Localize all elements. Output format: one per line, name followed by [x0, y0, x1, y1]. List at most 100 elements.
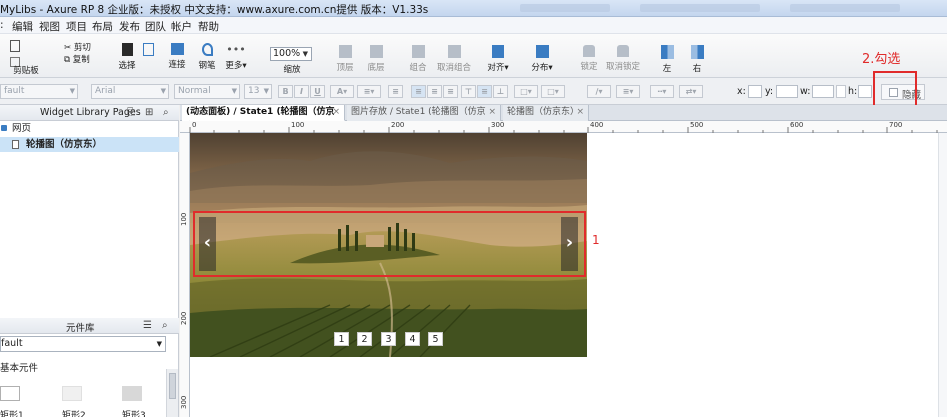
menu-item-edit[interactable]: 编辑: [12, 19, 33, 34]
send-to-bottom-button[interactable]: 底层: [362, 45, 390, 73]
right-button[interactable]: 右: [686, 45, 708, 74]
valign-bottom-button[interactable]: ⊥: [493, 85, 508, 98]
widget-rectangle3[interactable]: [122, 386, 142, 401]
line-color-button[interactable]: ∕▾: [587, 85, 611, 98]
left-button[interactable]: 左: [656, 45, 678, 74]
tab-dynamic-panel[interactable]: (动态面板) / State1 (轮播图（仿京东）)×: [182, 105, 345, 132]
align-icon: [492, 45, 504, 58]
widget-rectangle2[interactable]: [62, 386, 82, 401]
font-weight-select[interactable]: Normal ▼: [174, 84, 240, 99]
tab-image-storage[interactable]: 图片存放 / State1 (轮播图（仿京东）)×: [347, 105, 501, 132]
connect-button[interactable]: 连接: [162, 43, 192, 70]
menu-item-account[interactable]: 帐户: [171, 19, 192, 34]
add-page-icon[interactable]: ⎘: [127, 107, 135, 118]
zoom-value: 100%: [273, 48, 301, 59]
line-style-button[interactable]: ┅▾: [650, 85, 674, 98]
menu-item-project[interactable]: 项目: [66, 19, 87, 34]
cut-button[interactable]: ✂ 剪切: [64, 41, 91, 53]
library-category[interactable]: 基本元件: [0, 360, 38, 374]
line-width-button[interactable]: ≡▾: [616, 85, 640, 98]
y-input[interactable]: [776, 85, 798, 98]
carousel-page-indicator[interactable]: 3: [381, 332, 396, 346]
menu-item-publish[interactable]: 发布: [119, 19, 140, 34]
menu-icon[interactable]: ☰: [143, 320, 152, 331]
arrow-style-button[interactable]: ⇄▾: [679, 85, 703, 98]
valign-top-icon: ⊤: [464, 87, 473, 96]
chevron-down-icon: ▼: [156, 340, 162, 348]
font-size-select[interactable]: 13 ▼: [244, 84, 272, 99]
group-button[interactable]: 组合: [404, 45, 432, 73]
widget-label: 矩形2: [62, 411, 86, 417]
step1-highlight: [193, 211, 586, 277]
lock-button[interactable]: 锁定: [575, 45, 603, 72]
lock-ratio-toggle[interactable]: [836, 85, 846, 98]
add-folder-icon[interactable]: ⊞: [145, 107, 153, 118]
close-icon[interactable]: ×: [488, 105, 496, 120]
ungroup-icon: [447, 45, 461, 58]
right-scrollbar[interactable]: [938, 133, 947, 417]
tab-label: 轮播图（仿京东）: [507, 107, 580, 117]
bring-to-top-button[interactable]: 顶层: [331, 45, 359, 73]
select-mode-button[interactable]: [138, 43, 158, 59]
w-input[interactable]: [812, 85, 834, 98]
unlock-button[interactable]: 取消锁定: [604, 45, 642, 72]
menu-item-team[interactable]: 团队: [145, 19, 166, 34]
more-button[interactable]: ••• 更多▾: [222, 43, 250, 71]
italic-button[interactable]: I: [294, 85, 309, 98]
distribute-button[interactable]: 分布▾: [527, 45, 557, 73]
line-color-icon: ∕▾: [595, 87, 603, 96]
align-center-button[interactable]: ≡: [411, 85, 426, 98]
tree-root[interactable]: 网页: [0, 121, 179, 136]
carousel-page-indicator[interactable]: 1: [334, 332, 349, 346]
h-label: h:: [848, 86, 858, 97]
library-select[interactable]: fault ▼: [0, 336, 166, 352]
tree-page-item[interactable]: 轮播图（仿京东）: [0, 137, 179, 152]
chevron-down-icon: ▼: [160, 87, 166, 95]
line-style-icon: ┅▾: [657, 87, 667, 96]
style-value: fault: [4, 86, 25, 96]
h-input[interactable]: [858, 85, 872, 98]
menu-item-layout[interactable]: 布局: [92, 19, 113, 34]
style-select[interactable]: fault ▼: [0, 84, 78, 99]
fill-color-button[interactable]: □▾: [514, 85, 538, 98]
justify-button[interactable]: ≡: [443, 85, 458, 98]
underline-button[interactable]: U: [310, 85, 325, 98]
zoom-select[interactable]: 100% ▼: [270, 47, 312, 61]
align-button[interactable]: 对齐▾: [483, 45, 513, 73]
copy-icon: ⧉: [64, 55, 73, 65]
chevron-down-icon: ▼: [69, 87, 75, 95]
bold-button[interactable]: B: [278, 85, 293, 98]
font-select[interactable]: Arial ▼: [91, 84, 169, 99]
carousel-page-indicator[interactable]: 5: [428, 332, 443, 346]
copy-button[interactable]: ⧉ 复制: [64, 53, 90, 65]
pen-button[interactable]: 钢笔: [194, 43, 220, 71]
menu-item-view[interactable]: 视图: [39, 19, 60, 34]
paste-button[interactable]: 剪贴板: [4, 40, 48, 76]
tab-carousel-page[interactable]: 轮播图（仿京东） ×: [503, 105, 589, 121]
close-icon[interactable]: ×: [332, 105, 340, 120]
x-input[interactable]: [748, 85, 762, 98]
title-bar: MyLibs - Axure RP 8 企业版：未授权 中文支持：www.axu…: [0, 0, 947, 17]
chevron-down-icon: ▼: [302, 50, 308, 58]
close-icon[interactable]: ×: [576, 105, 584, 120]
ungroup-button[interactable]: 取消组合: [434, 45, 474, 73]
library-scrollbar[interactable]: [166, 369, 178, 417]
shadow-button[interactable]: □▾: [541, 85, 565, 98]
background-tab-ghost: [640, 4, 760, 12]
bullet-button[interactable]: ≡▾: [357, 85, 381, 98]
font-color-button[interactable]: A▾: [330, 85, 354, 98]
ruler-label: 700: [889, 121, 903, 129]
valign-top-button[interactable]: ⊤: [461, 85, 476, 98]
search-icon[interactable]: ⌕: [162, 320, 168, 331]
library-panel-header: 元件库 ☰ ⌕: [0, 318, 179, 334]
more-label: 更多▾: [225, 61, 247, 71]
carousel-page-indicator[interactable]: 2: [357, 332, 372, 346]
search-icon[interactable]: ⌕: [163, 107, 169, 118]
scroll-thumb[interactable]: [169, 373, 176, 399]
widget-rectangle1[interactable]: [0, 386, 20, 401]
carousel-page-indicator[interactable]: 4: [405, 332, 420, 346]
valign-middle-button[interactable]: ≡: [477, 85, 492, 98]
align-left-button[interactable]: ≡: [388, 85, 403, 98]
menu-item-help[interactable]: 帮助: [198, 19, 219, 34]
align-right-button[interactable]: ≡: [427, 85, 442, 98]
